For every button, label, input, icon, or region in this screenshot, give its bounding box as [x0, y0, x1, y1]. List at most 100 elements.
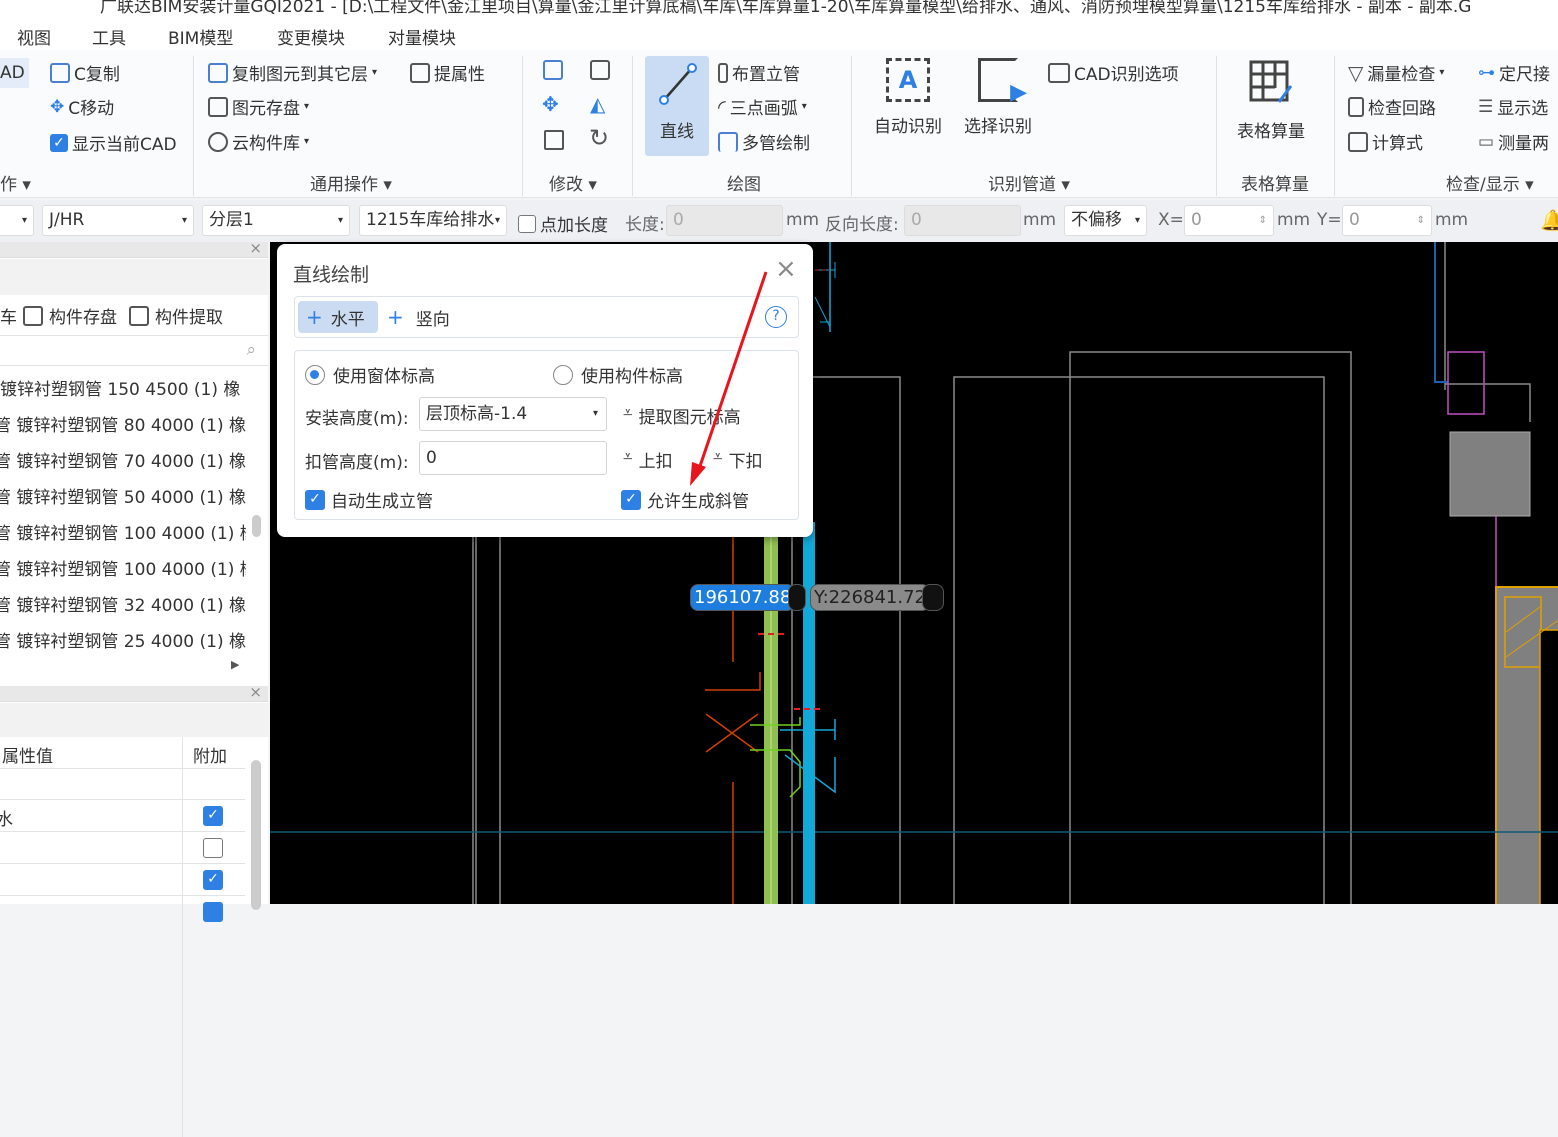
cloud-lib-button[interactable]: 云构件库 ▾	[208, 129, 309, 154]
menu-bim[interactable]: BIM模型	[168, 24, 233, 49]
copy-to-layer-button[interactable]: 复制图元到其它层 ▾	[208, 60, 377, 85]
close-icon[interactable]: ×	[249, 239, 262, 257]
x-label: X=	[1158, 210, 1184, 230]
extract-component-button[interactable]: 构件提取	[155, 303, 223, 328]
menu-change[interactable]: 变更模块	[277, 24, 345, 49]
copy-button[interactable]: C复制	[50, 60, 120, 85]
extract-elevation-button[interactable]: ⩡ 提取图元标高	[623, 403, 741, 428]
auto-riser-checkbox[interactable]: ✓ 自动生成立管	[305, 487, 433, 512]
cad-options-button[interactable]: CAD识别选项	[1048, 60, 1179, 85]
dialog-title: 直线绘制	[293, 264, 370, 286]
table-row[interactable]	[0, 832, 245, 864]
deduct-down-button[interactable]: ⩡ 下扣	[713, 447, 763, 472]
layer-select[interactable]: 分层1 ▾	[202, 205, 350, 236]
label: 使用构件标高	[581, 367, 683, 387]
show-cad-checkbox[interactable]: ✓ 显示当前CAD	[50, 130, 177, 155]
rotate-icon[interactable]: ↻	[589, 124, 609, 152]
ribbon: AD C复制 ✥ C移动 ✓ 显示当前CAD 作 ▾ 复制图元到其它层 ▾ 提属性 图…	[0, 50, 1558, 198]
checkbox-unchecked-icon[interactable]	[203, 838, 223, 858]
checkbox-checked-icon: ✓	[305, 489, 325, 510]
pick-attr-button[interactable]: 提属性	[410, 60, 485, 85]
title-bar: 广联达BIM安装计量GQI2021 - [D:\工程文件\金江里项目\算量\金江…	[0, 0, 1558, 20]
line-button[interactable]: 直线	[645, 56, 709, 156]
riser-button[interactable]: 布置立管	[718, 60, 800, 85]
vertical-button[interactable]: + 竖向	[387, 301, 450, 333]
show-select-button[interactable]: ☰ 显示选	[1478, 94, 1548, 120]
delete-icon[interactable]	[544, 130, 564, 150]
group-label[interactable]: 作 ▾	[0, 170, 31, 195]
select-recognize-button[interactable]: ▶ 选择识别	[958, 56, 1038, 137]
list-item[interactable]: 管 镀锌衬塑钢管 80 4000 (1) 橡	[0, 411, 246, 436]
missing-check-button[interactable]: ▽ 漏量检查 ▾	[1348, 60, 1444, 86]
lib-button[interactable]: 车	[0, 303, 17, 328]
reverse-length-input[interactable]: 0	[904, 205, 1021, 236]
check-loop-button[interactable]: 检查回路	[1348, 94, 1436, 119]
list-item[interactable]: 管 镀锌衬塑钢管 100 4000 (1) 橡	[0, 555, 246, 580]
checkbox-checked-icon[interactable]: ✓	[203, 870, 223, 890]
scrollbar[interactable]	[252, 515, 261, 537]
type-select[interactable]: J/HR ▾	[42, 205, 194, 236]
label: 提属性	[434, 65, 485, 85]
table-calc-button[interactable]: 表格算量	[1230, 56, 1312, 142]
menu-tools[interactable]: 工具	[92, 24, 126, 49]
menu-view[interactable]: 视图	[17, 24, 51, 49]
checkbox-checked-icon[interactable]	[203, 902, 223, 922]
scrollbar[interactable]	[251, 760, 261, 910]
measure-button[interactable]: ▭ 测量两	[1478, 129, 1549, 155]
list-item[interactable]: 管 镀锌衬塑钢管 25 4000 (1) 橡	[0, 627, 246, 652]
list-item[interactable]: 管 镀锌衬塑钢管 100 4000 (1) 橡	[0, 519, 246, 544]
arc-button[interactable]: ◜ 三点画弧 ▾	[718, 94, 807, 120]
close-icon[interactable]: ×	[775, 254, 797, 284]
flip-icon[interactable]: ◭	[590, 92, 605, 116]
list-item[interactable]: 镀锌衬塑钢管 150 4500 (1) 橡	[0, 375, 240, 400]
move-button[interactable]: ✥ C移动	[50, 94, 114, 120]
y-input[interactable]: 0 ⇕	[1342, 205, 1432, 236]
table-row[interactable]: ✓	[0, 864, 245, 896]
x-input[interactable]: 0 ⇕	[1184, 205, 1274, 236]
list-item[interactable]: 管 镀锌衬塑钢管 50 4000 (1) 橡	[0, 483, 246, 508]
save-icon	[208, 96, 228, 117]
use-component-elevation-radio[interactable]: 使用构件标高	[553, 362, 683, 387]
search-input[interactable]: ⌕	[0, 338, 268, 366]
add-length-checkbox[interactable]: 点加长度	[518, 211, 608, 236]
property-toolbar: ▾ J/HR ▾ 分层1 ▾ 1215车库给排水 ▾ 点加长度 长度: 0 mm 反向…	[0, 200, 1558, 242]
formula-button[interactable]: 计算式	[1348, 129, 1423, 154]
deduct-up-button[interactable]: ⩡ 上扣	[623, 447, 673, 472]
cad-button[interactable]: AD	[0, 58, 29, 88]
horizontal-button[interactable]: + 水平	[298, 301, 378, 333]
left-panel: × 车 构件存盘 构件提取 ⌕ 镀锌衬塑钢管 150 4500 (1) 橡 管 …	[0, 239, 268, 1137]
allow-slope-checkbox[interactable]: ✓ 允许生成斜管	[621, 487, 749, 512]
list-item[interactable]: 管 镀锌衬塑钢管 70 4000 (1) 橡	[0, 447, 246, 472]
save-component-button[interactable]: 构件存盘	[49, 303, 117, 328]
length-input[interactable]: 0	[666, 205, 783, 236]
offset-select[interactable]: 不偏移 ▾	[1064, 205, 1147, 236]
deduct-height-input[interactable]: 0	[419, 441, 607, 475]
group-recognize[interactable]: 识别管道 ▾	[988, 170, 1070, 195]
group-check[interactable]: 检查/显示 ▾	[1446, 170, 1534, 195]
x-coordinate-input[interactable]: 196107.88	[690, 584, 796, 611]
fixed-length-button[interactable]: ⊶ 定尺接	[1478, 60, 1550, 86]
save-elem-button[interactable]: 图元存盘 ▾	[208, 94, 309, 119]
move-icon[interactable]: ✥	[542, 92, 559, 116]
menu-compare[interactable]: 对量模块	[388, 24, 456, 49]
help-icon[interactable]: ?	[765, 306, 787, 328]
mirror-icon[interactable]	[590, 60, 610, 80]
install-height-select[interactable]: 层顶标高-1.4 ▾	[419, 397, 607, 431]
table-row[interactable]: 水 ✓	[0, 800, 245, 832]
auto-recognize-button[interactable]: A 自动识别	[868, 56, 948, 137]
checkbox-checked-icon[interactable]: ✓	[203, 806, 223, 826]
scroll-right-icon[interactable]: ▶	[231, 658, 239, 671]
group-modify[interactable]: 修改 ▾	[549, 170, 597, 195]
component-select[interactable]: 1215车库给排水 ▾	[359, 205, 507, 236]
table-row[interactable]	[0, 769, 245, 800]
bell-icon[interactable]: 🔔	[1540, 208, 1558, 232]
close-icon[interactable]: ×	[249, 683, 262, 701]
partial-select[interactable]: ▾	[0, 205, 34, 236]
copy-icon[interactable]	[543, 60, 563, 80]
group-general[interactable]: 通用操作 ▾	[310, 170, 392, 195]
mm-label: mm	[786, 210, 820, 230]
list-item[interactable]: 管 镀锌衬塑钢管 32 4000 (1) 橡	[0, 591, 246, 616]
multi-pipe-button[interactable]: 多管绘制	[718, 129, 810, 154]
y-coordinate-input[interactable]: Y:226841.72	[810, 584, 931, 611]
use-window-elevation-radio[interactable]: 使用窗体标高	[305, 362, 435, 387]
